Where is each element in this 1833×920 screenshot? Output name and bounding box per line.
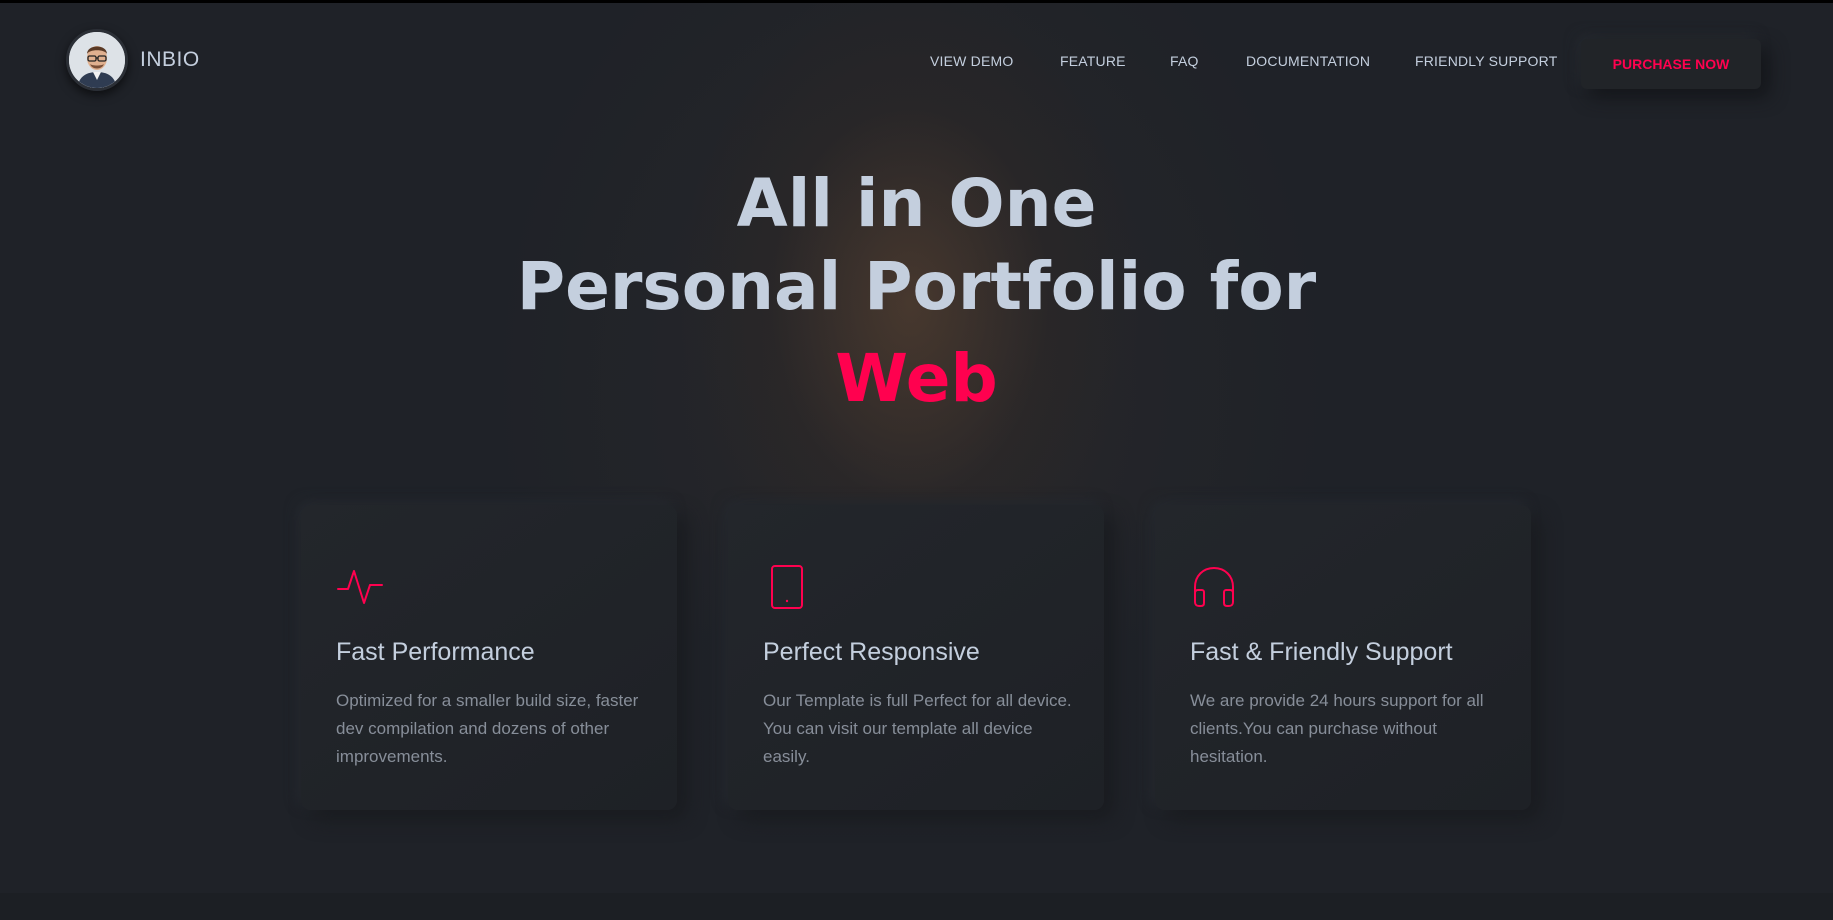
headphones-icon — [1194, 566, 1234, 607]
hero-title-highlight: Web — [835, 340, 998, 417]
nav-view-demo[interactable]: VIEW DEMO — [930, 53, 1013, 69]
nav-faq[interactable]: FAQ — [1170, 53, 1199, 69]
nav-documentation[interactable]: DOCUMENTATION — [1246, 53, 1370, 69]
purchase-now-button[interactable]: PURCHASE NOW — [1581, 39, 1761, 89]
feature-card-responsive[interactable]: Perfect Responsive Our Template is full … — [728, 505, 1104, 810]
feature-description: We are provide 24 hours support for all … — [1190, 691, 1484, 766]
feature-card-support[interactable]: Fast & Friendly Support We are provide 2… — [1155, 505, 1531, 810]
feature-card-performance[interactable]: Fast Performance Optimized for a smaller… — [301, 505, 677, 810]
feature-description: Optimized for a smaller build size, fast… — [336, 691, 639, 766]
main-nav: VIEW DEMO FEATURE FAQ DOCUMENTATION FRIE… — [0, 53, 1833, 73]
feature-title: Fast & Friendly Support — [1190, 638, 1453, 666]
feature-title: Fast Performance — [336, 638, 535, 666]
nav-feature[interactable]: FEATURE — [1060, 53, 1126, 69]
tablet-icon — [771, 565, 803, 609]
top-border — [0, 0, 1833, 3]
next-section-edge — [0, 893, 1833, 920]
hero-title-line-2: Personal Portfolio for — [516, 248, 1317, 325]
nav-friendly-support[interactable]: FRIENDLY SUPPORT — [1415, 53, 1557, 69]
hero-title-line-1: All in One — [736, 165, 1097, 242]
activity-icon — [337, 570, 383, 604]
feature-description: Our Template is full Perfect for all dev… — [763, 691, 1072, 766]
feature-title: Perfect Responsive — [763, 638, 980, 666]
